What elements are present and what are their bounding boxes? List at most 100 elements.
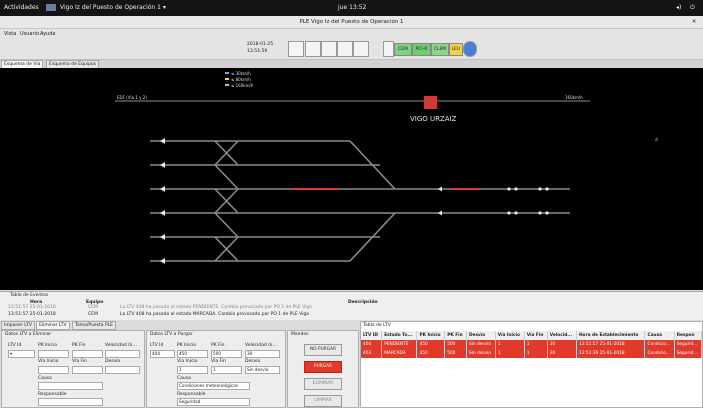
col-pk-inicio[interactable]: PK Inicio xyxy=(416,331,446,340)
zoom-icon[interactable]: ⌕ xyxy=(655,136,658,143)
col-responsable[interactable]: Respon xyxy=(674,331,703,340)
label-pk-fin: PK Fin xyxy=(72,343,86,348)
hand-tool-icon[interactable] xyxy=(353,41,369,57)
purge-desvio: Sin desvío xyxy=(245,366,280,374)
col-pk-fin[interactable]: PK Fin xyxy=(444,331,467,340)
status-leu[interactable]: LEU xyxy=(449,43,463,56)
event-row-hora[interactable]: 13:51:57 25-01-2018 xyxy=(8,305,56,310)
via-inicio-field[interactable] xyxy=(38,366,69,374)
col-ltv-id[interactable]: LTV ID xyxy=(361,331,383,340)
cell: 450 xyxy=(416,349,446,358)
events-header-descripcion: Descripción xyxy=(348,300,378,305)
grid-view-icon[interactable] xyxy=(288,41,304,57)
purge-via-fin: 1 xyxy=(211,366,242,374)
legend-30: ≤ 30km/h xyxy=(231,71,251,76)
col-causa[interactable]: Causa xyxy=(644,331,675,340)
label-responsable: Responsable xyxy=(177,392,206,397)
tab-toma-puesta-ple[interactable]: Toma/Puesta PLE xyxy=(72,321,117,330)
cell: 500 xyxy=(444,349,467,358)
col-velocidad[interactable]: Velocid... xyxy=(547,331,577,340)
table-row[interactable]: 404 PENDIENTE 450 500 Sin desvío 1 1 30 … xyxy=(361,340,703,349)
event-row-desc[interactable]: La LTV 408 ha pasado al estado PENDIENTE… xyxy=(120,305,312,310)
label-desvio: Desvío xyxy=(105,359,121,364)
cell: Segurid... xyxy=(674,349,703,358)
delete-ltv-panel: Datos LTV a Eliminar LTV Id PK Inicio PK… xyxy=(1,330,145,408)
cell: Sin desvío xyxy=(466,340,496,349)
desvio-field[interactable] xyxy=(105,366,140,374)
event-row-equipo[interactable]: CEM xyxy=(88,312,98,317)
tracks xyxy=(150,140,570,262)
events-title: Tabla de Eventos xyxy=(10,293,49,298)
velocidad-field[interactable] xyxy=(105,350,140,358)
purgar-button[interactable]: PURGAR xyxy=(304,361,342,373)
cell: Condicio... xyxy=(644,349,675,358)
power-icon[interactable]: ⏻ xyxy=(690,4,695,12)
cell: 13:51:39 25-01-2018 xyxy=(576,349,646,358)
event-row-equipo[interactable]: CEM xyxy=(88,305,98,310)
cell: 403 xyxy=(361,349,383,358)
delete-panel-title: Datos LTV a Eliminar xyxy=(5,332,52,337)
col-via-fin[interactable]: Vía Fin xyxy=(524,331,548,340)
label-ltv-id: LTV Id xyxy=(150,343,164,348)
events-panel: Tabla de Eventos Hora Equipo Descripción… xyxy=(0,291,703,320)
legend-swatch-80 xyxy=(225,78,229,80)
clock[interactable]: jue 13:52 xyxy=(338,4,366,11)
cell: 1 xyxy=(524,340,548,349)
sync-icon[interactable] xyxy=(383,41,394,57)
cell: 30 xyxy=(547,349,577,358)
toolbar: 2018-01-25 13:51:59 CEM PCI-R CLEM LEU xyxy=(0,39,703,60)
cell: 30 xyxy=(547,340,577,349)
pk-inicio-field[interactable] xyxy=(38,350,69,358)
globe-icon[interactable] xyxy=(463,41,477,57)
window-icon[interactable] xyxy=(321,41,337,57)
purge-panel-title: Datos LTV a Purgar xyxy=(150,332,193,337)
cell: 1 xyxy=(524,349,548,358)
label-causa: Causa xyxy=(177,376,191,381)
status-cem[interactable]: CEM xyxy=(394,43,412,56)
ltv-id-select[interactable]: ▾ xyxy=(8,350,35,358)
event-row-hora[interactable]: 13:51:57 25-01-2018 xyxy=(8,312,56,317)
legend-swatch-160 xyxy=(225,84,229,86)
menu-vista[interactable]: Vista xyxy=(4,31,16,37)
legend-80: ≤ 80km/h xyxy=(231,77,251,82)
purge-pk-inicio: 450 xyxy=(177,350,208,358)
purge-via-inicio: 1 xyxy=(177,366,208,374)
app-menu[interactable]: Vigo Iz del Puesto de Operación 1 ▾ xyxy=(60,4,166,11)
close-icon[interactable]: ✕ xyxy=(690,19,698,25)
label-pk-fin: PK Fin xyxy=(211,343,225,348)
menu-usuario[interactable]: Usuario xyxy=(20,31,39,37)
status-clem[interactable]: CLEM xyxy=(431,43,449,56)
ltv-table: LTV ID Estado To... PK Inicio PK Fin Des… xyxy=(361,331,703,358)
no-purgar-button[interactable]: NO PURGAR xyxy=(304,344,342,356)
eliminar-button[interactable]: ELIMINAR xyxy=(304,378,342,390)
col-via-inicio[interactable]: Vía Inicio xyxy=(495,331,525,340)
table-row[interactable]: 403 MARCADA 450 500 Sin desvío 1 1 30 13… xyxy=(361,349,703,358)
volume-icon[interactable]: ◂) xyxy=(676,4,681,11)
status-pci-r[interactable]: PCI-R xyxy=(412,43,431,56)
ltv-table-header: LTV ID Estado To... PK Inicio PK Fin Des… xyxy=(361,331,703,340)
responsable-field[interactable] xyxy=(38,398,103,406)
label-via-inicio: Vía Inicio xyxy=(38,359,59,364)
export-icon[interactable] xyxy=(337,41,353,57)
limpiar-button[interactable]: LIMPIAR xyxy=(304,395,342,407)
col-hora[interactable]: Hora de Establecimiento xyxy=(576,331,646,340)
col-desvio[interactable]: Desvío xyxy=(466,331,496,340)
activities-button[interactable]: Actividades xyxy=(4,4,39,11)
label-via-fin: Vía Fin xyxy=(211,359,226,364)
label-responsable: Responsable xyxy=(38,392,67,397)
station-signal xyxy=(424,96,437,109)
purge-ltv-id: 404 xyxy=(150,350,175,358)
tab-eliminar-ltv[interactable]: Eliminar LTV xyxy=(36,321,70,330)
pk-fin-field[interactable] xyxy=(72,350,103,358)
causa-field[interactable] xyxy=(38,382,103,390)
list-view-icon[interactable] xyxy=(305,41,321,57)
cell: Sin desvío xyxy=(466,349,496,358)
tab-imponer-ltv[interactable]: Imponer LTV xyxy=(1,321,35,330)
menu-ayuda[interactable]: Ayuda xyxy=(40,31,55,37)
ltv-table-panel: Tabla de LTV LTV ID Estado To... PK Inic… xyxy=(360,321,703,408)
via-fin-field[interactable] xyxy=(72,366,103,374)
col-estado[interactable]: Estado To... xyxy=(381,331,418,340)
cell: 500 xyxy=(444,340,467,349)
event-row-desc[interactable]: La LTV 408 ha pasado al estado MARCADA. … xyxy=(120,312,309,317)
app-icon xyxy=(46,4,56,11)
